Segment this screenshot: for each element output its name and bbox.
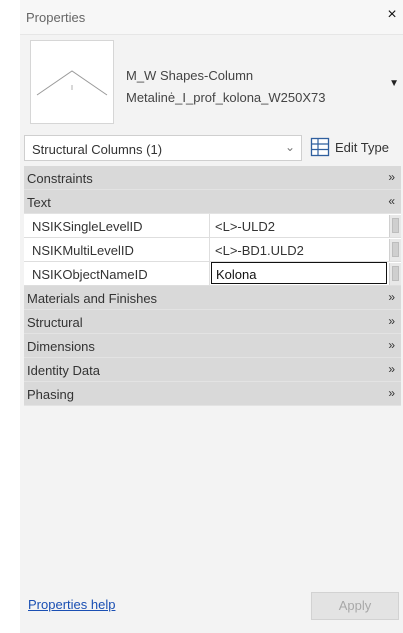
column-profile-icon	[30, 40, 114, 124]
property-name-label: NSIKSingleLevelID	[32, 219, 143, 234]
property-grid: Constraints » Text « NSIKSingleLevelID <…	[24, 166, 401, 406]
expand-chevron-icon[interactable]: »	[388, 386, 395, 400]
group-label: Dimensions	[27, 339, 95, 354]
group-constraints[interactable]: Constraints »	[24, 166, 401, 190]
chevron-down-icon: ⌄	[284, 140, 295, 154]
field-button[interactable]	[389, 239, 401, 261]
properties-help-link[interactable]: Properties help	[28, 597, 115, 612]
group-dimensions[interactable]: Dimensions »	[24, 334, 401, 358]
property-value: <L>-ULD2	[215, 219, 275, 234]
palette-title: Properties	[26, 10, 86, 25]
property-row: NSIKMultiLevelID <L>-BD1.ULD2	[24, 238, 401, 262]
property-name-label: NSIKMultiLevelID	[32, 243, 134, 258]
edit-type-button[interactable]: Edit Type	[308, 135, 401, 161]
group-label: Text	[27, 195, 51, 210]
property-value: Kolona	[216, 267, 257, 282]
type-family-name: M_W Shapes-Column	[126, 68, 254, 83]
expand-chevron-icon[interactable]: »	[388, 338, 395, 352]
field-button[interactable]	[389, 263, 401, 285]
property-value-input[interactable]: Kolona	[211, 262, 387, 284]
dropdown-arrow-icon[interactable]: ▼	[389, 78, 399, 89]
group-label: Structural	[27, 315, 83, 330]
category-filter-label: Structural Columns (1)	[32, 142, 163, 157]
type-name: Metalinė_I_prof_kolona_W250X73	[126, 90, 326, 105]
property-name: NSIKSingleLevelID	[24, 214, 210, 237]
expand-chevron-icon[interactable]: »	[388, 170, 395, 184]
group-label: Constraints	[27, 171, 93, 186]
group-materials-and-finishes[interactable]: Materials and Finishes »	[24, 286, 401, 310]
property-row: NSIKObjectNameID Kolona	[24, 262, 401, 286]
property-name-label: NSIKObjectNameID	[32, 267, 148, 282]
expand-chevron-icon[interactable]: »	[388, 290, 395, 304]
collapse-chevron-icon[interactable]: «	[388, 194, 395, 208]
filter-row: Structural Columns (1) ⌄ Edit Type	[24, 135, 401, 161]
title-bar[interactable]: Properties ×	[20, 0, 403, 35]
property-row: NSIKSingleLevelID <L>-ULD2	[24, 214, 401, 238]
field-button[interactable]	[389, 215, 401, 237]
group-label: Phasing	[27, 387, 74, 402]
close-icon[interactable]: ×	[383, 6, 401, 24]
expand-chevron-icon[interactable]: »	[388, 362, 395, 376]
properties-palette: Properties × M_W Shapes-Column Metalinė_…	[20, 0, 403, 633]
property-name: NSIKObjectNameID	[24, 262, 210, 285]
group-phasing[interactable]: Phasing »	[24, 382, 401, 406]
group-identity-data[interactable]: Identity Data »	[24, 358, 401, 382]
apply-button[interactable]: Apply	[311, 592, 399, 620]
edit-type-label: Edit Type	[335, 140, 389, 155]
expand-chevron-icon[interactable]: »	[388, 314, 395, 328]
group-label: Materials and Finishes	[27, 291, 158, 306]
property-value-field[interactable]: <L>-BD1.ULD2	[210, 238, 387, 261]
category-filter-dropdown[interactable]: Structural Columns (1) ⌄	[24, 135, 302, 161]
group-text[interactable]: Text «	[24, 190, 401, 214]
group-structural[interactable]: Structural »	[24, 310, 401, 334]
edit-type-icon	[310, 137, 330, 157]
type-selector[interactable]: M_W Shapes-Column Metalinė_I_prof_kolona…	[30, 38, 401, 128]
group-label: Identity Data	[27, 363, 100, 378]
property-value-field[interactable]: <L>-ULD2	[210, 214, 387, 237]
property-name: NSIKMultiLevelID	[24, 238, 210, 261]
property-value: <L>-BD1.ULD2	[215, 243, 304, 258]
